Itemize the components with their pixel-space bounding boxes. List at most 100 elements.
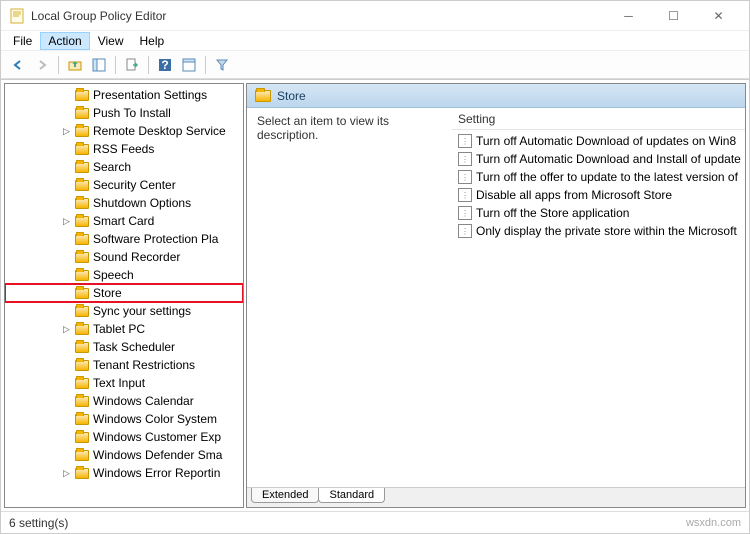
menu-action[interactable]: Action (40, 32, 89, 50)
tree-item[interactable]: Task Scheduler (5, 338, 243, 356)
tree-item-label: Speech (93, 268, 134, 282)
folder-icon (75, 396, 89, 407)
tree-item-label: Tenant Restrictions (93, 358, 195, 372)
setting-item[interactable]: ⋮Only display the private store within t… (452, 222, 745, 240)
app-icon (9, 8, 25, 24)
tree-item[interactable]: Speech (5, 266, 243, 284)
tree-item[interactable]: Smart Card (5, 212, 243, 230)
menu-file[interactable]: File (5, 32, 40, 50)
policy-icon: ⋮ (458, 206, 472, 220)
maximize-button[interactable]: ☐ (651, 1, 696, 31)
folder-icon (75, 432, 89, 443)
export-button[interactable] (121, 54, 143, 76)
tree-item[interactable]: Software Protection Pla (5, 230, 243, 248)
tree-scroll[interactable]: Presentation Settings Push To Install Remo… (5, 84, 243, 507)
tree-item-label: Store (93, 286, 122, 300)
tree-item[interactable]: Sync your settings (5, 302, 243, 320)
status-text: 6 setting(s) (9, 516, 68, 530)
settings-list: Setting ⋮Turn off Automatic Download of … (452, 108, 745, 487)
tree-item[interactable]: Windows Defender Sma (5, 446, 243, 464)
window-title: Local Group Policy Editor (31, 9, 606, 23)
statusbar: 6 setting(s) wsxdn.com (1, 511, 749, 533)
back-button[interactable] (7, 54, 29, 76)
tree-item-label: Push To Install (93, 106, 171, 120)
up-folder-button[interactable] (64, 54, 86, 76)
folder-icon (75, 180, 89, 191)
setting-label: Turn off Automatic Download and Install … (476, 152, 741, 166)
tab-extended[interactable]: Extended (251, 488, 319, 503)
show-hide-tree-button[interactable] (88, 54, 110, 76)
tree-item[interactable]: Presentation Settings (5, 86, 243, 104)
tree-item[interactable]: Windows Customer Exp (5, 428, 243, 446)
tree-item[interactable]: Sound Recorder (5, 248, 243, 266)
tree-item[interactable]: Remote Desktop Service (5, 122, 243, 140)
tree-item[interactable]: Windows Calendar (5, 392, 243, 410)
filter-button[interactable] (211, 54, 233, 76)
folder-icon (75, 198, 89, 209)
setting-item[interactable]: ⋮Turn off the Store application (452, 204, 745, 222)
tree-item-label: Tablet PC (93, 322, 145, 336)
policy-icon: ⋮ (458, 224, 472, 238)
folder-icon (75, 90, 89, 101)
folder-icon (75, 270, 89, 281)
folder-icon (75, 126, 89, 137)
tree-item-label: Windows Customer Exp (93, 430, 221, 444)
folder-icon (75, 216, 89, 227)
setting-item[interactable]: ⋮Disable all apps from Microsoft Store (452, 186, 745, 204)
folder-icon (75, 468, 89, 479)
tree-item[interactable]: Search (5, 158, 243, 176)
watermark: wsxdn.com (686, 517, 741, 529)
details-pane: Store Select an item to view its descrip… (246, 83, 746, 508)
titlebar: Local Group Policy Editor ─ ☐ ✕ (1, 1, 749, 31)
description-panel: Select an item to view its description. (247, 108, 452, 487)
view-tabs: Extended Standard (247, 487, 745, 507)
tab-standard[interactable]: Standard (318, 488, 385, 503)
folder-icon (75, 306, 89, 317)
properties-button[interactable] (178, 54, 200, 76)
help-button[interactable]: ? (154, 54, 176, 76)
folder-icon (75, 162, 89, 173)
policy-icon: ⋮ (458, 188, 472, 202)
folder-icon (75, 234, 89, 245)
folder-icon (75, 324, 89, 335)
tree-item-label: Text Input (93, 376, 145, 390)
menu-help[interactable]: Help (132, 32, 173, 50)
tree-item-label: Search (93, 160, 131, 174)
tree-item-label: Windows Calendar (93, 394, 194, 408)
tree-item[interactable]: Shutdown Options (5, 194, 243, 212)
policy-icon: ⋮ (458, 170, 472, 184)
tree-item[interactable]: Store (5, 284, 243, 302)
tree-item[interactable]: Push To Install (5, 104, 243, 122)
close-button[interactable]: ✕ (696, 1, 741, 31)
tree-item[interactable]: Tablet PC (5, 320, 243, 338)
menu-view[interactable]: View (90, 32, 132, 50)
folder-icon (75, 288, 89, 299)
folder-icon (75, 108, 89, 119)
setting-item[interactable]: ⋮Turn off Automatic Download of updates … (452, 132, 745, 150)
forward-button[interactable] (31, 54, 53, 76)
main-content: Presentation Settings Push To Install Remo… (1, 79, 749, 511)
folder-icon (75, 450, 89, 461)
svg-text:?: ? (161, 58, 168, 72)
tree-item-label: Sync your settings (93, 304, 191, 318)
tree-item[interactable]: Text Input (5, 374, 243, 392)
folder-icon (75, 378, 89, 389)
settings-scroll[interactable]: ⋮Turn off Automatic Download of updates … (452, 130, 745, 487)
tree-item[interactable]: Windows Color System (5, 410, 243, 428)
tree-item-label: Windows Error Reportin (93, 466, 220, 480)
details-heading: Store (277, 89, 306, 103)
policy-icon: ⋮ (458, 152, 472, 166)
tree-item[interactable]: Tenant Restrictions (5, 356, 243, 374)
tree-item-label: RSS Feeds (93, 142, 154, 156)
tree-item-label: Windows Color System (93, 412, 217, 426)
tree-item[interactable]: Windows Error Reportin (5, 464, 243, 482)
minimize-button[interactable]: ─ (606, 1, 651, 31)
tree-item-label: Shutdown Options (93, 196, 191, 210)
column-header-setting[interactable]: Setting (452, 108, 745, 130)
details-header: Store (247, 84, 745, 108)
setting-item[interactable]: ⋮Turn off the offer to update to the lat… (452, 168, 745, 186)
folder-icon (75, 252, 89, 263)
setting-item[interactable]: ⋮ Turn off Automatic Download and Install… (452, 150, 745, 168)
tree-item[interactable]: RSS Feeds (5, 140, 243, 158)
tree-item[interactable]: Security Center (5, 176, 243, 194)
